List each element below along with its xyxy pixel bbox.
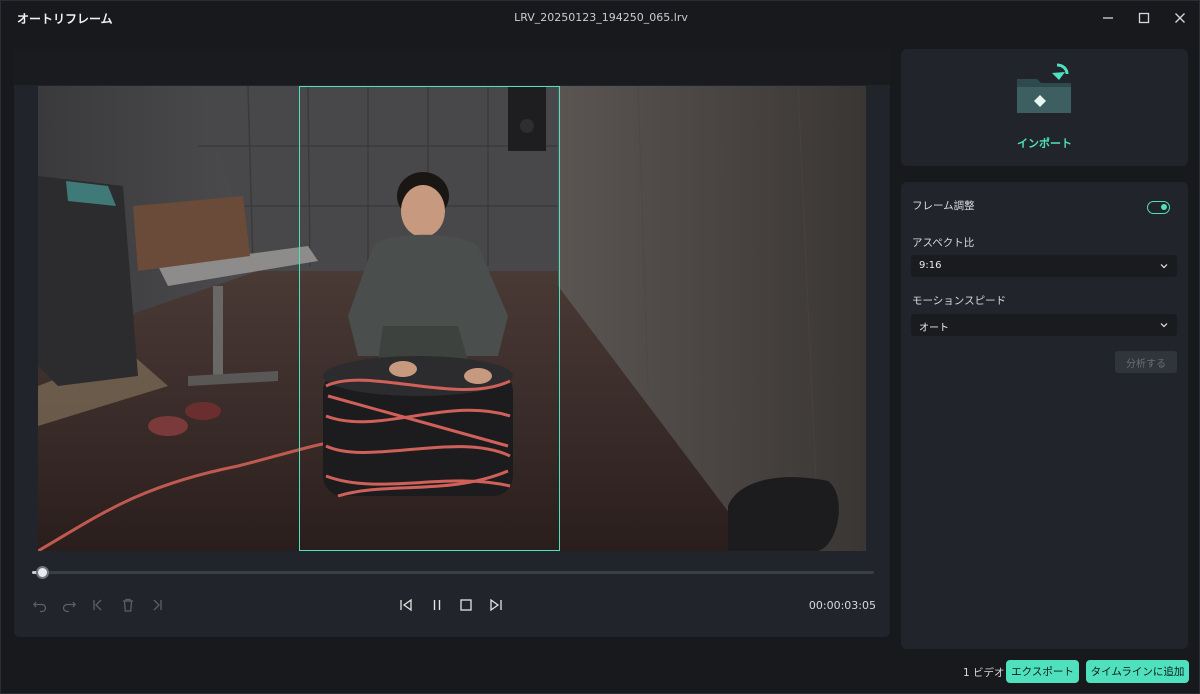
video-count: 1 ビデオ xyxy=(963,667,1005,679)
delete-button[interactable] xyxy=(117,594,139,616)
import-button[interactable]: インポート xyxy=(901,49,1188,166)
motion-speed-label: モーションスピード xyxy=(912,295,1007,307)
file-name-title: LRV_20250123_194250_065.lrv xyxy=(514,11,688,24)
previous-frame-icon xyxy=(400,598,412,612)
chevron-down-icon xyxy=(1160,323,1168,328)
timecode: 00:00:03:05 xyxy=(808,599,876,612)
jump-end-button[interactable] xyxy=(146,594,168,616)
aspect-ratio-value: 9:16 xyxy=(919,260,942,271)
auto-reframe-window: オートリフレーム LRV_20250123_194250_065.lrv 00:… xyxy=(0,0,1200,694)
maximize-button[interactable] xyxy=(1129,5,1159,31)
close-button[interactable] xyxy=(1165,5,1195,31)
minimize-icon xyxy=(1103,17,1113,19)
minimize-button[interactable] xyxy=(1093,5,1123,31)
toggle-knob xyxy=(1161,204,1167,210)
motion-speed-value: オート xyxy=(919,323,949,334)
redo-icon xyxy=(62,601,76,613)
import-folder-icon xyxy=(1017,63,1071,113)
jump-start-icon xyxy=(93,599,102,611)
import-label: インポート xyxy=(1017,137,1072,150)
redo-button[interactable] xyxy=(58,594,80,616)
chevron-down-icon xyxy=(1160,264,1168,269)
motion-speed-select[interactable]: オート xyxy=(911,314,1177,336)
pause-icon xyxy=(433,600,441,610)
jump-start-button[interactable] xyxy=(87,594,109,616)
title-bar: オートリフレーム LRV_20250123_194250_065.lrv xyxy=(1,1,1200,35)
maximize-icon xyxy=(1138,12,1150,24)
timeline-playhead[interactable] xyxy=(36,566,50,579)
pause-button[interactable] xyxy=(426,594,448,616)
undo-button[interactable] xyxy=(29,594,51,616)
analyze-button[interactable]: 分析する xyxy=(1115,351,1177,373)
stop-icon xyxy=(460,599,472,611)
preview-panel: 00:00:03:05 xyxy=(14,49,890,637)
aspect-ratio-select[interactable]: 9:16 xyxy=(911,255,1177,277)
preview-header xyxy=(14,49,890,85)
close-icon xyxy=(1175,13,1185,23)
frame-adjust-label: フレーム調整 xyxy=(912,200,975,212)
reframe-crop-box[interactable] xyxy=(299,86,560,551)
frame-adjust-toggle[interactable] xyxy=(1147,201,1170,214)
trash-icon xyxy=(123,598,133,612)
playback-timeline[interactable] xyxy=(32,566,874,579)
aspect-ratio-label: アスペクト比 xyxy=(912,237,975,249)
settings-panel: フレーム調整 アスペクト比 9:16 モーションスピード オート 分析する xyxy=(901,182,1188,649)
undo-icon xyxy=(33,601,47,613)
export-button[interactable]: エクスポート xyxy=(1006,660,1079,683)
add-to-timeline-button[interactable]: タイムラインに追加 xyxy=(1086,660,1189,683)
next-frame-icon xyxy=(490,598,502,612)
video-preview[interactable] xyxy=(38,86,866,551)
next-frame-button[interactable] xyxy=(485,594,507,616)
previous-frame-button[interactable] xyxy=(395,594,417,616)
stop-button[interactable] xyxy=(455,594,477,616)
jump-end-icon xyxy=(153,599,162,611)
